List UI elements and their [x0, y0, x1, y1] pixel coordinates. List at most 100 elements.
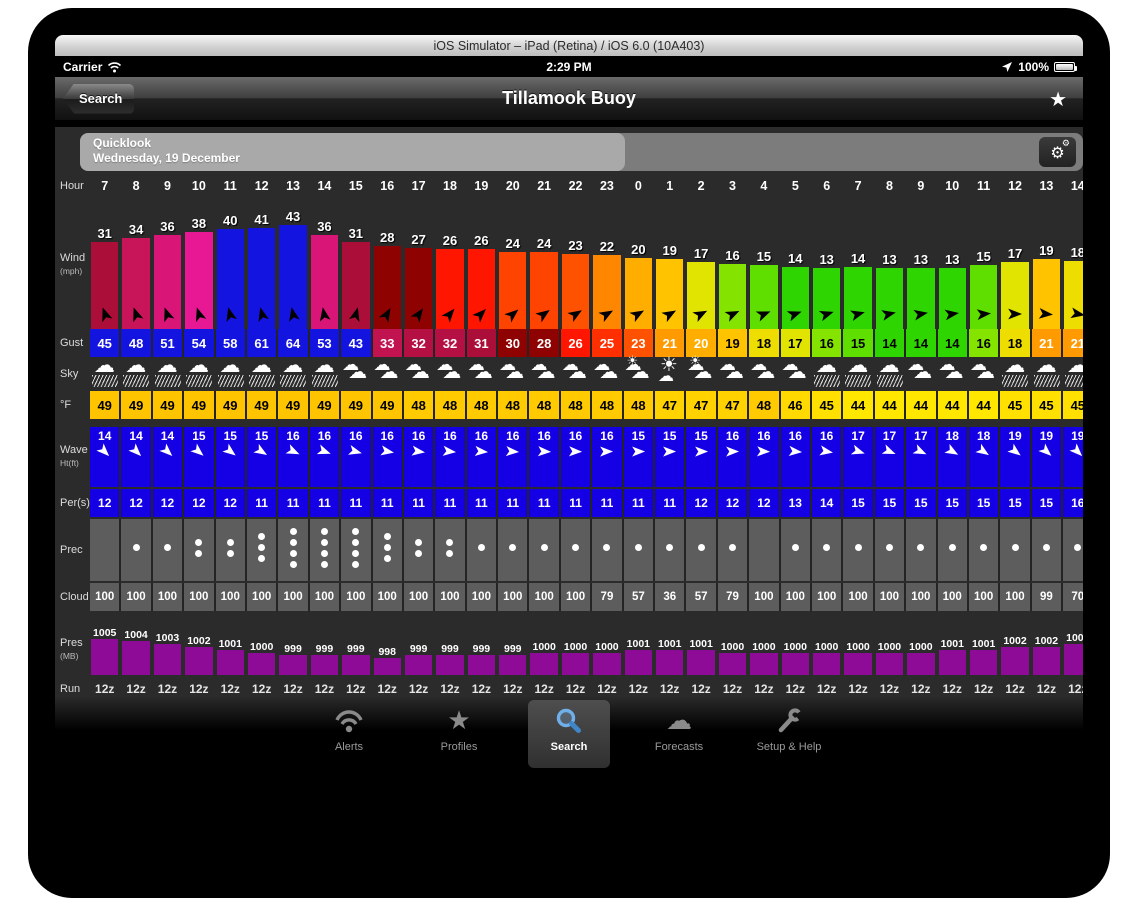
wind-value: 18 [1071, 245, 1083, 260]
gust-cell: 16 [969, 329, 1000, 357]
direction-arrow-icon [126, 304, 147, 325]
wave-cell: 18 [969, 427, 1000, 487]
cloud-cell: 100 [153, 583, 184, 611]
direction-arrow-icon [470, 303, 493, 326]
precip-dot [384, 533, 391, 540]
direction-arrow-icon [407, 303, 429, 325]
hour-cell: 4 [749, 171, 780, 201]
sky-cloudy-icon: ☁☁ [435, 357, 464, 391]
wind-value: 38 [192, 216, 206, 231]
ipad-frame: iOS Simulator – iPad (Retina) / iOS 6.0 … [28, 8, 1110, 898]
precipitation-cell [373, 519, 404, 581]
wave-value: 15 [192, 429, 205, 443]
tab-setup-help[interactable]: Setup & Help [748, 700, 830, 768]
period-cell: 12 [718, 489, 749, 517]
cloud-cell: 100 [906, 583, 937, 611]
direction-arrow-icon [251, 441, 272, 462]
sky-cell: ☁ [812, 357, 843, 391]
row-sky: Sky☁☁☁☁☁☁☁☁☁☁☁☁☁☁☁☁☁☁☁☁☁☁☁☁☁☁☀☁☁☀☁☀☁☁☁☁☁… [55, 357, 1083, 391]
hour-cell: 19 [467, 171, 498, 201]
sky-cell: ☁☁ [906, 357, 937, 391]
pressure-cell: 1000 [812, 625, 843, 675]
wind-bar [468, 249, 495, 329]
precipitation-cell [906, 519, 937, 581]
sky-cloudy-icon: ☁☁ [718, 357, 747, 391]
cloud-cell: 100 [1000, 583, 1031, 611]
page-title: Tillamook Buoy [55, 88, 1083, 109]
precipitation-cell [435, 519, 466, 581]
pressure-bar [939, 650, 966, 675]
direction-arrow-icon [1007, 306, 1023, 322]
direction-arrow-icon [284, 305, 303, 324]
wind-cell: 41 [247, 201, 278, 329]
forecast-table[interactable]: Quicklook Wednesday, 19 December ⚙ ⚙ Hou… [55, 127, 1083, 755]
pressure-cell: 1000 [718, 625, 749, 675]
precipitation-cell [655, 519, 686, 581]
wind-bar [593, 255, 620, 329]
pressure-cell: 1000 [561, 625, 592, 675]
settings-button[interactable]: ⚙ ⚙ [1039, 137, 1076, 167]
wave-cell: 14 [90, 427, 121, 487]
row-gust-label: Gust [55, 329, 90, 357]
direction-arrow-icon [283, 442, 303, 462]
tab-search[interactable]: Search [528, 700, 610, 768]
precipitation-cell [781, 519, 812, 581]
temperature-cell: 49 [310, 391, 341, 419]
hour-cell: 13 [278, 171, 309, 201]
sky-rain-icon: ☁ [184, 357, 213, 391]
tab-alerts[interactable]: Alerts [308, 700, 390, 768]
precip-dot [164, 544, 171, 551]
direction-arrow-icon [442, 443, 458, 459]
tab-forecasts[interactable]: ☁Forecasts [638, 700, 720, 768]
temperature-cell: 47 [655, 391, 686, 419]
precip-dot [290, 528, 297, 535]
gust-cell: 17 [781, 329, 812, 357]
hour-cell: 9 [906, 171, 937, 201]
pressure-bar [499, 655, 526, 675]
period-cell: 11 [310, 489, 341, 517]
battery-percent: 100% [1018, 60, 1049, 74]
sky-cell: ☀☁☁ [686, 357, 717, 391]
wave-cell: 17 [843, 427, 874, 487]
precipitation-cell [718, 519, 749, 581]
forecast-grid[interactable]: Hour789101112131415161718192021222301234… [55, 171, 1083, 733]
sky-cell: ☁☁ [938, 357, 969, 391]
wave-cell: 14 [153, 427, 184, 487]
precip-dot [729, 544, 736, 551]
sky-rain-icon: ☁ [247, 357, 276, 391]
quicklook-scroll-bar[interactable]: Quicklook Wednesday, 19 December ⚙ ⚙ [80, 133, 1083, 171]
pressure-value: 1000 [878, 641, 901, 653]
sky-rain-icon: ☁ [812, 357, 841, 391]
precip-dot [384, 544, 391, 551]
precipitation-cell [749, 519, 780, 581]
sky-cloudy-icon: ☁☁ [404, 357, 433, 391]
simulator-title: iOS Simulator – iPad (Retina) / iOS 6.0 … [434, 39, 705, 53]
precip-dot [321, 561, 328, 568]
row-wind-label: Wind(mph) [55, 201, 90, 329]
direction-arrow-icon [690, 303, 712, 325]
period-cell: 15 [1032, 489, 1063, 517]
tab-profiles[interactable]: ★Profiles [418, 700, 500, 768]
pressure-value: 1000 [909, 641, 932, 653]
cloud-cell: 100 [781, 583, 812, 611]
pressure-bar [405, 655, 432, 675]
period-cell: 11 [561, 489, 592, 517]
cloud-cell: 100 [216, 583, 247, 611]
direction-arrow-icon [756, 444, 772, 460]
period-cell: 11 [592, 489, 623, 517]
cloud-cell: 79 [718, 583, 749, 611]
precip-dot [823, 544, 830, 551]
pressure-cell: 1001 [969, 625, 1000, 675]
row-wind: Wind(mph)3134363840414336312827262624242… [55, 201, 1083, 329]
favorite-star-icon[interactable]: ★ [1049, 87, 1067, 111]
sky-partly-sunny-icon: ☀☁☁ [624, 357, 653, 391]
temperature-cell: 49 [90, 391, 121, 419]
precip-dot [666, 544, 673, 551]
sky-rain-icon: ☁ [1032, 357, 1061, 391]
pressure-cell: 1005 [90, 625, 121, 675]
wind-cell: 26 [467, 201, 498, 329]
wind-bar [530, 252, 557, 329]
pressure-bar [970, 650, 997, 675]
period-cell: 15 [1000, 489, 1031, 517]
sky-cell: ☁☁ [718, 357, 749, 391]
